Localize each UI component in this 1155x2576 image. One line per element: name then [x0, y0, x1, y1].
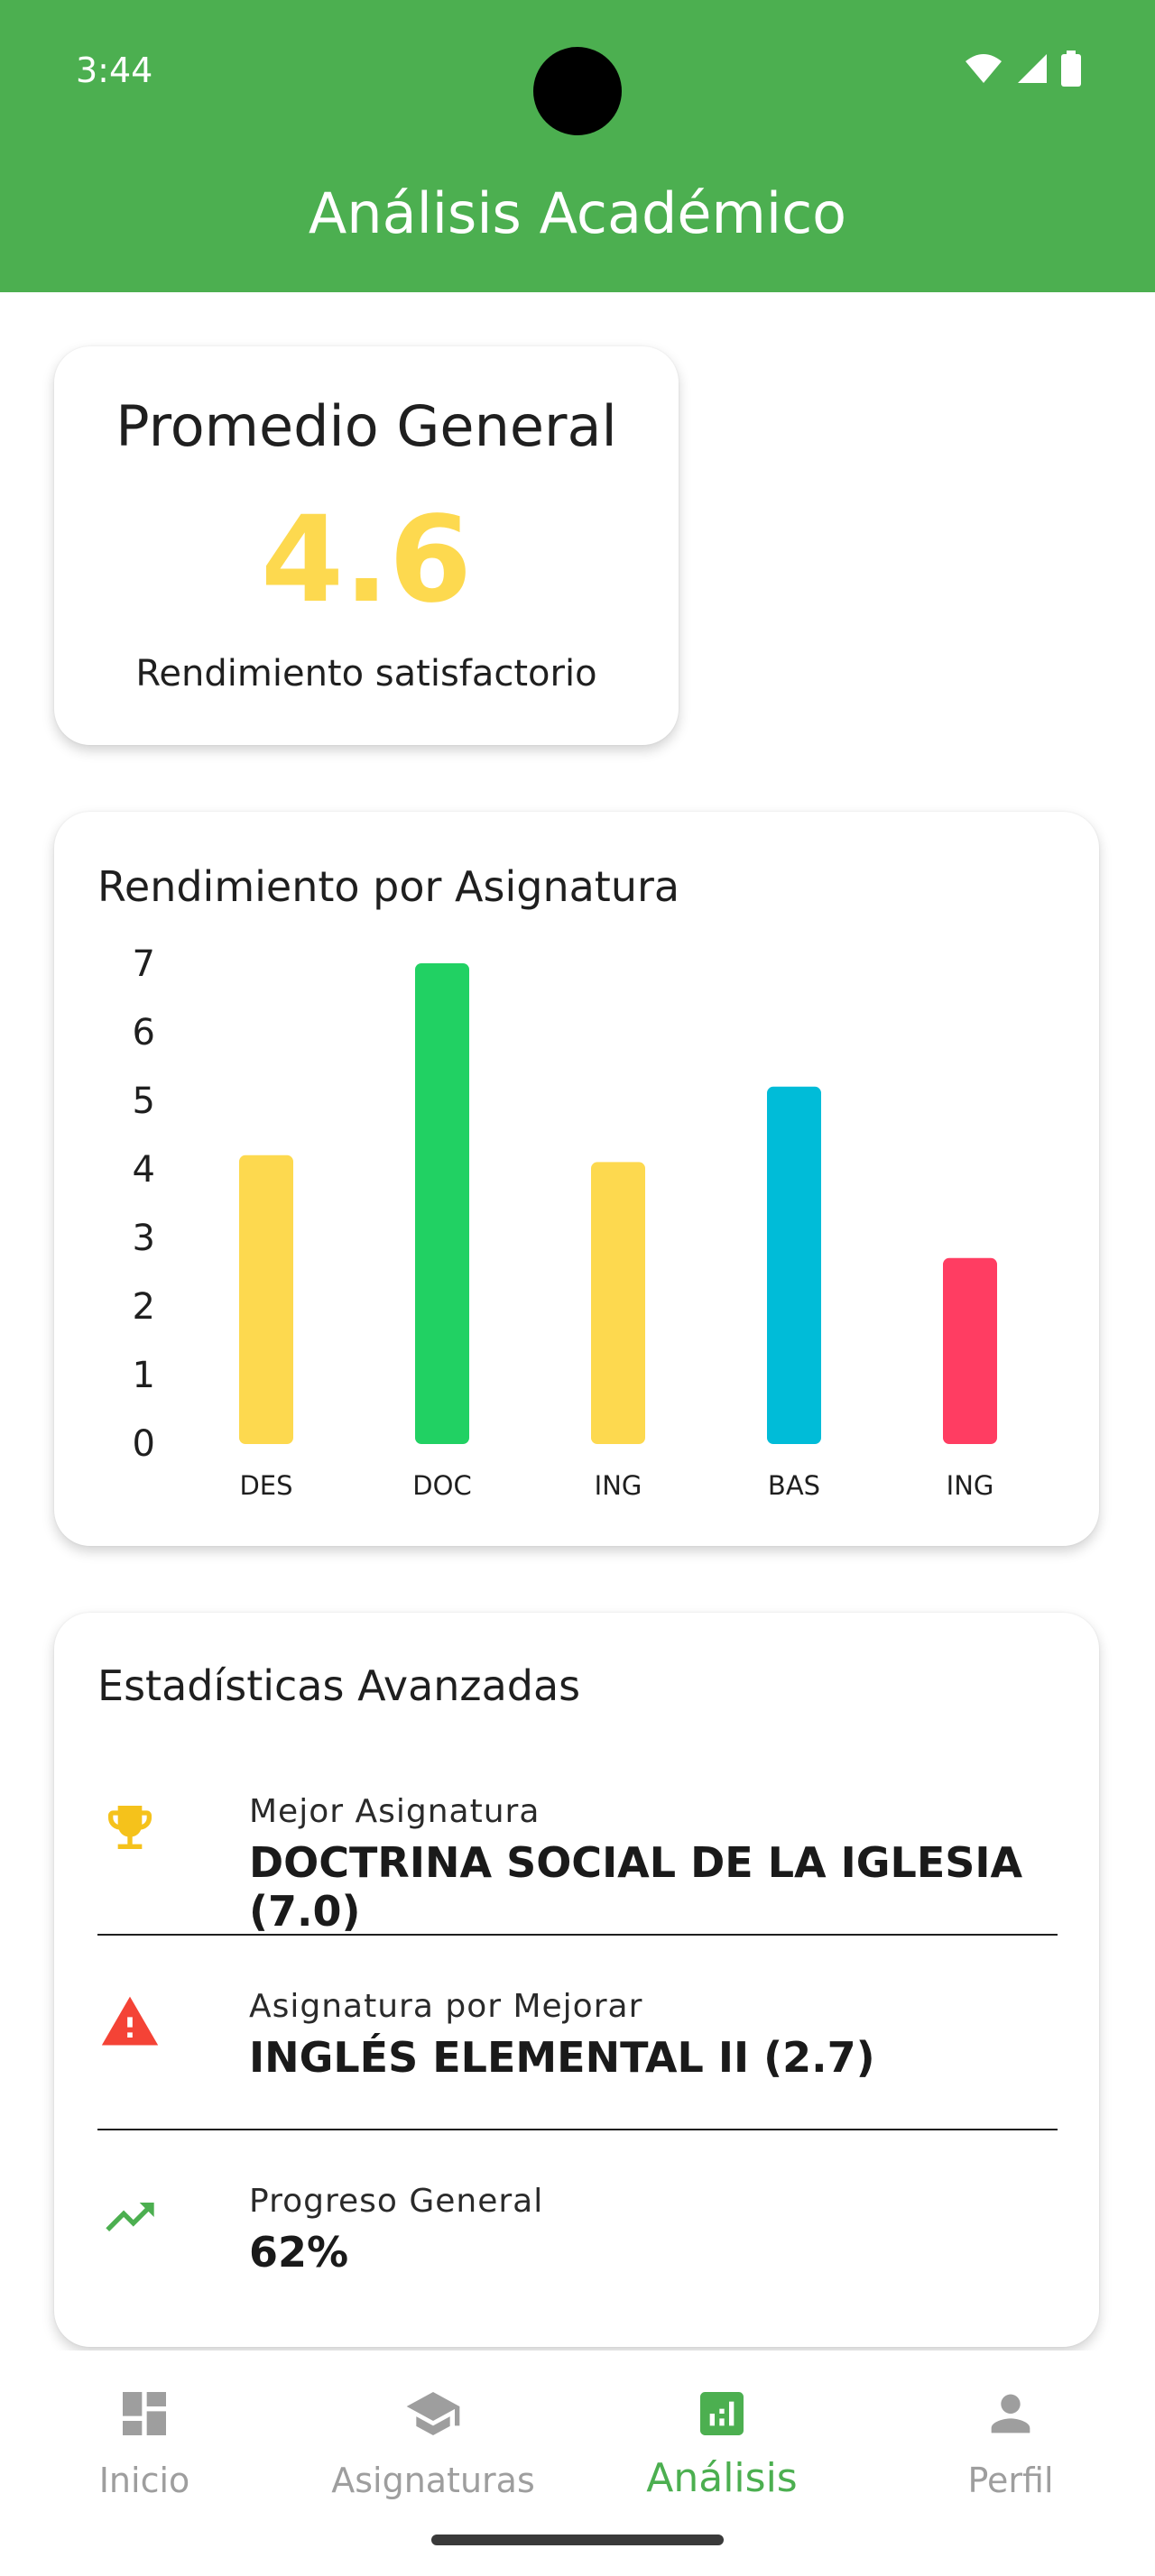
y-tick-label: 0: [133, 1423, 155, 1465]
nav-item-asignaturas[interactable]: Asignaturas: [289, 2378, 578, 2500]
nav-item-inicio[interactable]: Inicio: [0, 2378, 289, 2500]
person-icon: [866, 2378, 1155, 2450]
app-bar: 3:44 Análisis Académico: [0, 0, 1155, 292]
bar-doc: [415, 963, 469, 1444]
nav-item-perfil[interactable]: Perfil: [866, 2378, 1155, 2500]
signal-icon: [1018, 54, 1047, 83]
analytics-icon: [578, 2378, 866, 2450]
x-tick-label: ING: [595, 1470, 642, 1501]
nav-label: Análisis: [646, 2455, 798, 2501]
stats-title: Estadísticas Avanzadas: [97, 1661, 581, 1710]
average-description: Rendimiento satisfactorio: [135, 653, 597, 695]
dashboard-icon: [0, 2378, 289, 2450]
page-title: Análisis Académico: [308, 180, 847, 246]
home-indicator: [431, 2535, 724, 2545]
x-tick-label: DES: [239, 1470, 292, 1501]
y-tick-label: 6: [133, 1012, 155, 1053]
nav-item-analisis[interactable]: Análisis: [578, 2378, 866, 2501]
trending-up-icon: [97, 2185, 162, 2249]
improve-subject-label: Asignatura por Mejorar: [249, 1988, 643, 2025]
nav-label: Perfil: [967, 2461, 1054, 2500]
y-tick-label: 4: [133, 1149, 155, 1191]
y-tick-label: 2: [133, 1286, 155, 1328]
bar-bas: [767, 1086, 821, 1444]
stat-row-progress: Progreso General 62%: [97, 2120, 1058, 2314]
average-value: 4.6: [261, 491, 472, 630]
bar-chart: 0 1 2 3 4 5 6 7 DES DOC ING BAS ING: [133, 943, 997, 1501]
best-subject-value: DOCTRINA SOCIAL DE LA IGLESIA (7.0): [249, 1838, 1023, 1936]
y-tick-label: 7: [133, 943, 155, 985]
school-icon: [289, 2378, 578, 2450]
bar-des: [239, 1155, 293, 1444]
progress-value: 62%: [249, 2228, 349, 2277]
nav-label: Inicio: [98, 2461, 190, 2500]
average-card: Promedio General 4.6 Rendimiento satisfa…: [54, 346, 679, 745]
x-tick-label: BAS: [768, 1470, 820, 1501]
status-icons: [964, 51, 1081, 87]
battery-icon: [1061, 51, 1081, 87]
bar-ing: [591, 1162, 645, 1444]
progress-label: Progreso General: [249, 2183, 544, 2220]
y-tick-label: 1: [133, 1355, 155, 1396]
improve-subject-value: INGLÉS ELEMENTAL II (2.7): [249, 2033, 875, 2082]
x-tick-label: DOC: [412, 1470, 471, 1501]
best-subject-label: Mejor Asignatura: [249, 1793, 541, 1830]
nav-label: Asignaturas: [331, 2461, 535, 2500]
stat-row-best-subject: Mejor Asignatura DOCTRINA SOCIAL DE LA I…: [97, 1730, 1058, 1936]
y-tick-label: 3: [133, 1218, 155, 1259]
y-tick-label: 5: [133, 1081, 155, 1122]
stat-row-improve-subject: Asignatura por Mejorar INGLÉS ELEMENTAL …: [97, 1925, 1058, 2120]
bar-ing: [943, 1257, 997, 1444]
camera-cutout: [533, 47, 622, 135]
stats-card: Estadísticas Avanzadas Mejor Asignatura …: [54, 1613, 1099, 2347]
wifi-icon: [966, 54, 1002, 83]
status-time: 3:44: [76, 51, 153, 90]
warning-icon: [97, 1990, 162, 2055]
average-title: Promedio General: [116, 393, 617, 459]
trophy-icon: [97, 1795, 162, 1860]
chart-card: Rendimiento por Asignatura 0 1 2 3 4 5 6 7 DES DO…: [54, 812, 1099, 1546]
x-tick-label: ING: [947, 1470, 994, 1501]
